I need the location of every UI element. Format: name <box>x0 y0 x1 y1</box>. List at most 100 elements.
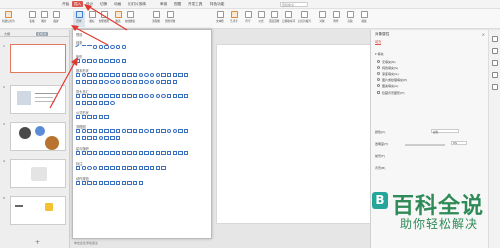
rectangles-row[interactable] <box>76 59 210 65</box>
plus-sign-icon[interactable] <box>76 115 81 119</box>
no-symbol-icon[interactable] <box>110 80 115 84</box>
right-triangle-icon[interactable] <box>93 73 98 77</box>
wave-icon[interactable] <box>178 151 183 155</box>
heptagon-icon[interactable] <box>127 73 132 77</box>
down-arrow-callout-icon[interactable] <box>93 101 98 105</box>
extract-icon[interactable] <box>76 136 81 140</box>
fill-section-header[interactable]: ▾ 填充 <box>375 52 383 56</box>
slide-number-button[interactable]: 幻灯片编号 <box>298 11 311 27</box>
round-snip-rectangle-icon[interactable] <box>93 59 98 63</box>
tab-outline[interactable]: 大纲 <box>4 32 10 36</box>
line-callout-1-icon[interactable] <box>98 166 104 170</box>
left-right-up-arrow-icon[interactable] <box>115 94 121 98</box>
trapezoid-icon[interactable] <box>104 73 109 77</box>
chevron-icon[interactable] <box>184 94 189 98</box>
star-16-icon[interactable] <box>127 151 132 155</box>
frame-icon[interactable] <box>167 73 172 77</box>
plaque-icon[interactable] <box>81 80 87 84</box>
slide-thumbnail-4[interactable]: 4 <box>0 159 70 189</box>
block-arc-icon[interactable] <box>115 80 121 84</box>
smiley-icon[interactable] <box>127 80 132 84</box>
manual-operation-icon[interactable] <box>138 129 143 133</box>
menu-animation[interactable]: 动画 <box>114 2 121 7</box>
can-icon[interactable] <box>87 80 92 84</box>
notes-field[interactable]: 单击此处添加备注 <box>70 240 370 248</box>
slide-thumbnail-3[interactable]: 3 <box>0 122 70 152</box>
chart-button[interactable]: 图表 <box>112 11 124 27</box>
slide-thumbnail-5[interactable]: 5 <box>0 196 70 226</box>
round-diagonal-rectangle-icon[interactable] <box>104 59 109 63</box>
lightning-icon[interactable] <box>138 80 143 84</box>
equal-sign-icon[interactable] <box>98 115 104 119</box>
delay-icon[interactable] <box>93 136 98 140</box>
basic-shapes-row-2[interactable] <box>76 80 210 86</box>
triangle-icon[interactable] <box>87 73 92 77</box>
explosion-2-icon[interactable] <box>81 151 87 155</box>
merge-icon[interactable] <box>81 136 87 140</box>
icons-button[interactable]: 图标 <box>86 11 98 27</box>
accent-border-callout-icon[interactable] <box>155 166 161 170</box>
sequential-access-icon[interactable] <box>98 136 104 140</box>
search-input[interactable]: 查找命令 <box>280 1 308 7</box>
table-button[interactable]: 表格 <box>26 11 38 27</box>
predefined-process-icon[interactable] <box>98 129 104 133</box>
rounded-rectangle-icon[interactable] <box>81 59 87 63</box>
arrow-line-icon[interactable] <box>81 45 87 49</box>
menu-features[interactable]: 特色功能 <box>210 2 224 7</box>
line-icon[interactable] <box>75 44 82 50</box>
curved-ribbon-up-icon[interactable] <box>155 151 161 155</box>
diagonal-rectangle-icon[interactable] <box>98 59 104 63</box>
rectangle-icon[interactable] <box>76 59 81 63</box>
multidocument-icon[interactable] <box>115 129 121 133</box>
curved-right-arrow-icon[interactable] <box>144 94 149 98</box>
left-right-arrow-icon[interactable] <box>98 94 104 98</box>
curve-icon[interactable] <box>110 45 115 49</box>
summing-junction-icon[interactable] <box>167 129 172 133</box>
border-callout-1-icon[interactable] <box>138 166 143 170</box>
curved-connector-icon[interactable] <box>104 45 109 49</box>
tab-fill[interactable]: 填充 <box>375 39 382 45</box>
add-slide-button[interactable]: + <box>35 239 40 246</box>
left-up-arrow-icon[interactable] <box>132 94 138 98</box>
mindmap-button[interactable]: 思维导图 <box>164 11 176 27</box>
accent-callout-3-icon[interactable] <box>132 166 138 170</box>
round-corner-rectangle-icon[interactable] <box>115 59 121 63</box>
equation-button[interactable]: 公式 <box>255 11 267 27</box>
online-chart-button[interactable]: 在线图表 <box>124 11 136 27</box>
display-icon[interactable] <box>115 136 121 140</box>
menu-developer[interactable]: 开发工具 <box>188 2 202 7</box>
alternate-process-icon[interactable] <box>81 129 87 133</box>
up-arrow-callout-icon[interactable] <box>87 101 92 105</box>
oval-icon[interactable] <box>81 73 87 77</box>
tab-slides[interactable]: 幻灯片 <box>36 31 49 37</box>
wordart-button[interactable]: 艺术字 <box>228 11 240 27</box>
stored-data-icon[interactable] <box>87 136 92 140</box>
terminator-icon[interactable] <box>121 129 126 133</box>
manual-input-icon[interactable] <box>132 129 138 133</box>
off-page-connector-icon[interactable] <box>149 129 155 133</box>
striped-right-arrow-icon[interactable] <box>167 94 172 98</box>
star-7-icon[interactable] <box>104 151 109 155</box>
flowchart-row-2[interactable] <box>76 136 210 142</box>
star-4-icon[interactable] <box>87 151 92 155</box>
bevel-icon[interactable] <box>98 80 104 84</box>
collate-icon[interactable] <box>178 129 183 133</box>
process-icon[interactable] <box>76 129 81 133</box>
menu-view[interactable]: 视图 <box>174 2 181 7</box>
checkbox-hide-background[interactable] <box>377 91 380 94</box>
forward-button-icon[interactable] <box>81 181 87 185</box>
snip-rectangle-icon[interactable] <box>87 59 92 63</box>
direct-access-icon[interactable] <box>110 136 115 140</box>
brace-icon[interactable] <box>172 80 178 84</box>
pentagon-icon[interactable] <box>115 73 121 77</box>
flowchart-row-1[interactable] <box>76 129 210 135</box>
curved-up-arrow-icon[interactable] <box>155 94 161 98</box>
oval-callout-icon[interactable] <box>87 166 92 170</box>
shape-icon[interactable] <box>492 48 498 54</box>
back-button-icon[interactable] <box>76 181 81 185</box>
magnetic-disk-icon[interactable] <box>104 136 109 140</box>
punched-tape-icon[interactable] <box>161 129 166 133</box>
transparency-input[interactable]: 0% <box>451 141 467 145</box>
donut-icon[interactable] <box>104 80 109 84</box>
menu-home[interactable]: 开始 <box>62 2 69 7</box>
